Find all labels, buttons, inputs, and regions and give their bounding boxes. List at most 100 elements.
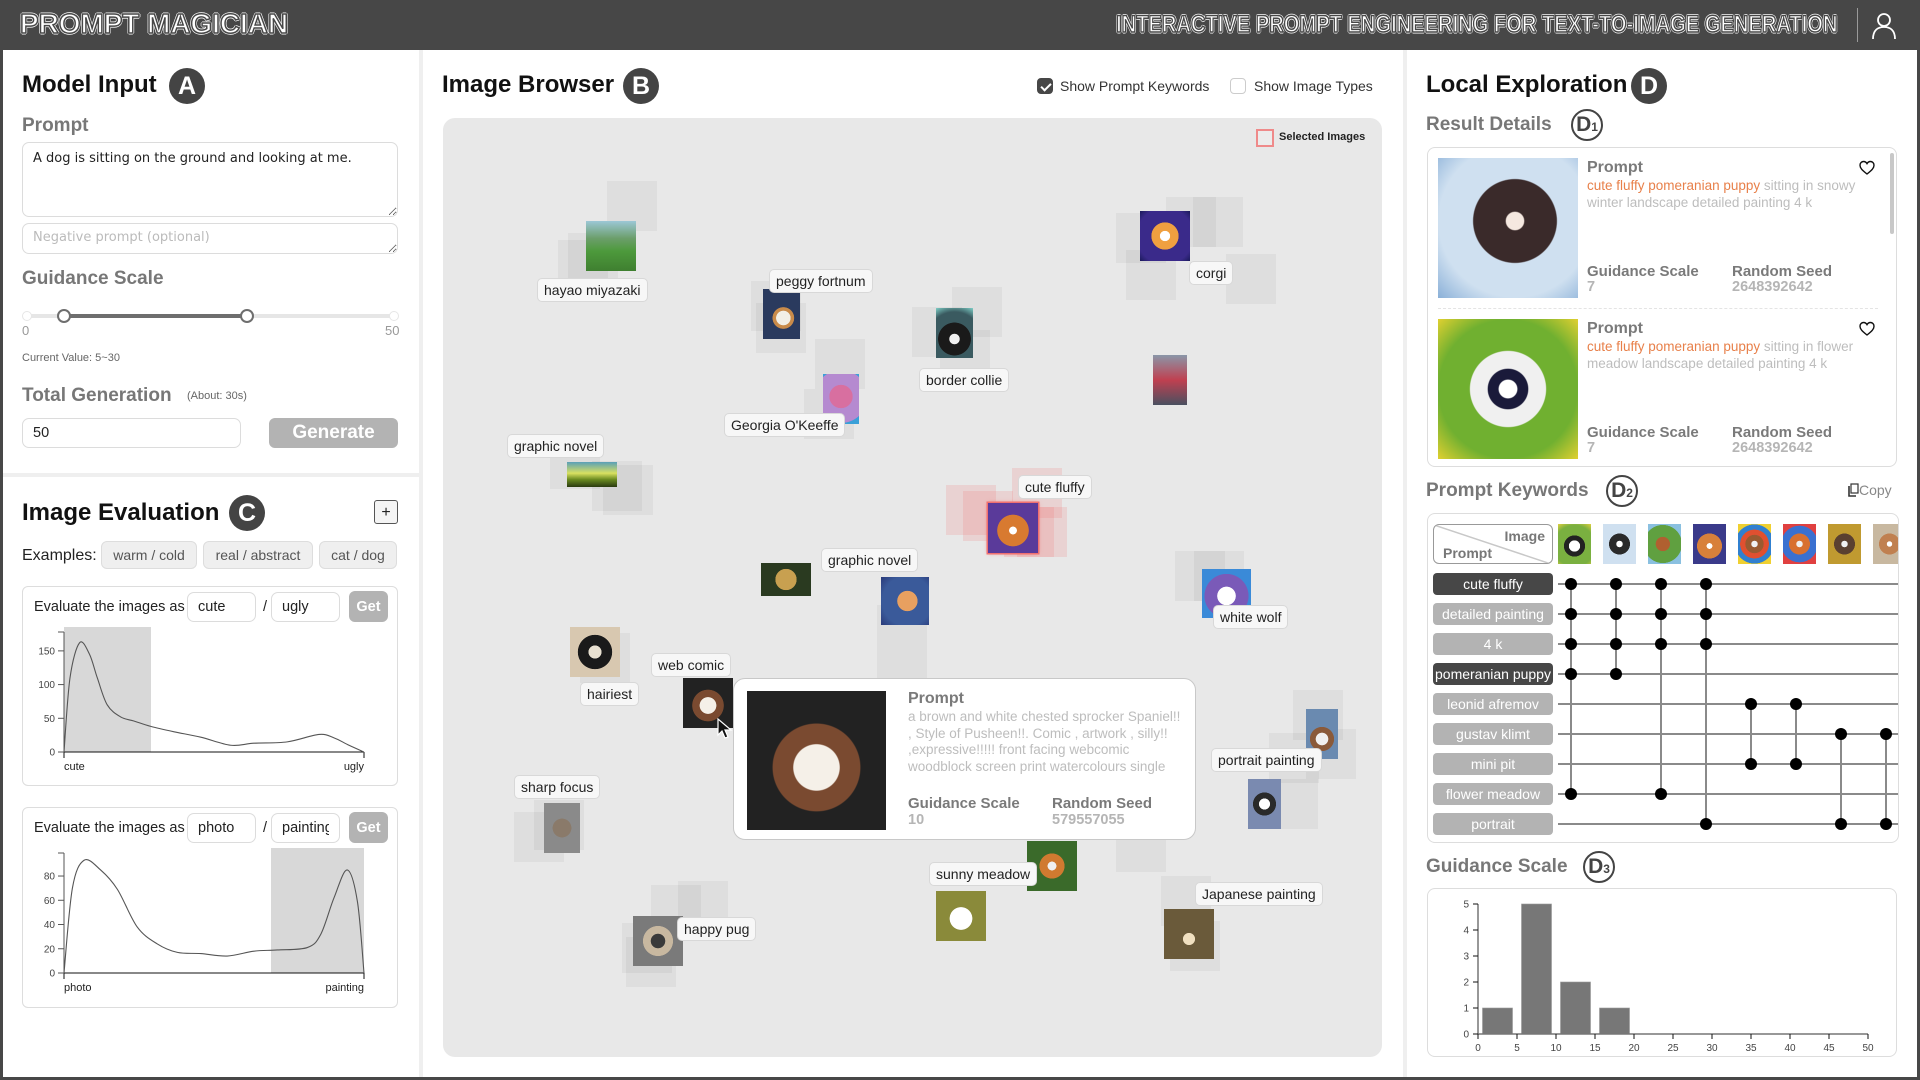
keyword-label[interactable]: white wolf [1213,605,1289,629]
keyword-row-label[interactable]: leonid afremov [1433,693,1553,715]
keyword-label[interactable]: graphic novel [821,548,919,572]
example-chip-warm-cold[interactable]: warm / cold [101,541,197,569]
evaluation-left-term-input[interactable] [187,813,256,843]
heart-icon[interactable] [1859,160,1875,176]
show-prompt-keywords-checkbox[interactable] [1037,78,1053,94]
section-badge-c: C [229,495,265,531]
keyword-row-label[interactable]: 4 k [1433,633,1553,655]
image-thumbnail[interactable] [1140,211,1190,261]
negative-prompt-input[interactable] [22,223,398,254]
keyword-row-label[interactable]: cute fluffy [1433,573,1553,595]
image-thumbnail[interactable] [936,308,973,358]
keyword-label[interactable]: web comic [651,653,732,677]
y-tick-label: 20 [44,944,56,955]
keyword-label[interactable]: corgi [1189,261,1234,285]
evaluation-right-term-input[interactable] [271,813,340,843]
image-thumbnail[interactable] [1164,909,1214,959]
prompt-input[interactable]: A dog is sitting on the ground and looki… [22,142,398,217]
image-thumbnail[interactable] [567,462,617,487]
tooltip-seed-value: 579557055 [1052,812,1125,828]
keyword-row-label[interactable]: mini pit [1433,753,1553,775]
image-thumbnail[interactable] [570,627,620,677]
image-thumbnail[interactable] [544,803,580,853]
selection-brush[interactable] [64,627,151,752]
tooltip-guidance-label: Guidance Scale [908,795,1020,812]
keyword-label[interactable]: Georgia O'Keeffe [724,413,846,437]
result-image[interactable] [1438,158,1578,298]
keyword-presence-dot [1700,818,1712,830]
app-subtitle: INTERACTIVE PROMPT ENGINEERING FOR TEXT-… [1115,10,1838,39]
result-list-scrollbar[interactable] [1890,153,1894,234]
slider-selected-range [63,314,248,318]
keyword-row-label[interactable]: flower meadow [1433,783,1553,805]
selected-images-legend-swatch [1256,129,1274,147]
keyword-label[interactable]: border collie [919,368,1010,392]
x-tick-label: 50 [1862,1043,1874,1054]
copy-keywords-button[interactable]: Copy [1848,481,1892,499]
matrix-image-thumbnail[interactable] [1828,524,1861,564]
matrix-image-thumbnail[interactable] [1693,524,1726,564]
keyword-row-label[interactable]: detailed painting [1433,603,1553,625]
show-prompt-keywords-label[interactable]: Show Prompt Keywords [1060,77,1209,95]
keyword-row-label[interactable]: gustav klimt [1433,723,1553,745]
y-tick-label: 40 [44,920,56,931]
matrix-image-thumbnail[interactable] [1873,524,1898,564]
guidance-scale-label: Guidance Scale [22,268,164,289]
generate-button[interactable]: Generate [269,418,398,448]
keyword-label[interactable]: happy pug [677,917,757,941]
image-embedding-canvas[interactable]: Selected Images hayao miyazaki peggy for… [443,118,1382,1057]
image-thumbnail[interactable] [633,916,683,966]
keyword-label[interactable]: cute fluffy [1018,475,1092,499]
matrix-image-thumbnail[interactable] [1648,524,1681,564]
keyword-label[interactable]: sunny meadow [929,862,1038,886]
guidance-scale-chart-card: 0 5 10 15 20 25 30 35 40 45 50 0 1 2 3 4 5 [1427,888,1897,1057]
show-image-types-label[interactable]: Show Image Types [1254,77,1373,95]
image-thumbnail[interactable] [761,563,811,596]
slider-min-end [22,311,32,321]
selection-brush[interactable] [271,848,364,973]
matrix-image-thumbnail[interactable] [1558,524,1591,564]
keyword-presence-dot [1565,578,1577,590]
image-thumbnail[interactable] [586,221,636,271]
keyword-presence-dot [1565,638,1577,650]
matrix-image-thumbnail[interactable] [1603,524,1636,564]
image-thumbnail[interactable] [763,289,800,339]
image-evaluation-title: Image Evaluation [22,499,220,526]
user-account-button[interactable] [1869,10,1899,40]
total-generation-input[interactable] [22,418,241,448]
matrix-image-thumbnail[interactable] [1783,524,1816,564]
heart-icon[interactable] [1859,321,1875,337]
keyword-label[interactable]: graphic novel [507,434,605,458]
image-thumbnail[interactable] [936,891,986,941]
slider-handle-low[interactable] [56,309,71,323]
keyword-label[interactable]: peggy fortnum [769,269,873,293]
evaluation-left-term-input[interactable] [187,592,256,622]
result-image[interactable] [1438,319,1578,459]
evaluation-get-button[interactable]: Get [349,591,388,622]
guidance-scale-slider[interactable] [22,309,399,323]
show-image-types-checkbox[interactable] [1230,78,1246,94]
keyword-label[interactable]: hairiest [580,682,640,706]
y-tick-label: 100 [38,680,55,691]
example-chip-real-abstract[interactable]: real / abstract [203,541,313,569]
x-axis-right-label: ugly [344,761,365,773]
image-thumbnail[interactable] [988,503,1038,553]
evaluation-right-term-input[interactable] [271,592,340,622]
y-tick-label: 1 [1463,1004,1469,1015]
matrix-image-thumbnail[interactable] [1738,524,1771,564]
evaluation-get-button[interactable]: Get [349,812,388,843]
keyword-label[interactable]: Japanese painting [1195,882,1323,906]
example-chip-cat-dog[interactable]: cat / dog [319,541,397,569]
add-evaluation-button[interactable]: + [374,500,398,524]
keyword-presence-dot [1700,608,1712,620]
keyword-label[interactable]: portrait painting [1211,748,1322,772]
image-thumbnail[interactable] [1248,779,1281,829]
keyword-label[interactable]: hayao miyazaki [537,278,648,302]
keyword-row-label[interactable]: portrait [1433,813,1553,835]
image-thumbnail[interactable] [881,577,929,625]
slider-handle-high[interactable] [240,309,255,323]
image-thumbnail[interactable] [1153,355,1187,405]
keyword-presence-dot [1610,638,1622,650]
keyword-label[interactable]: sharp focus [514,775,601,799]
keyword-row-label[interactable]: pomeranian puppy [1433,663,1553,685]
